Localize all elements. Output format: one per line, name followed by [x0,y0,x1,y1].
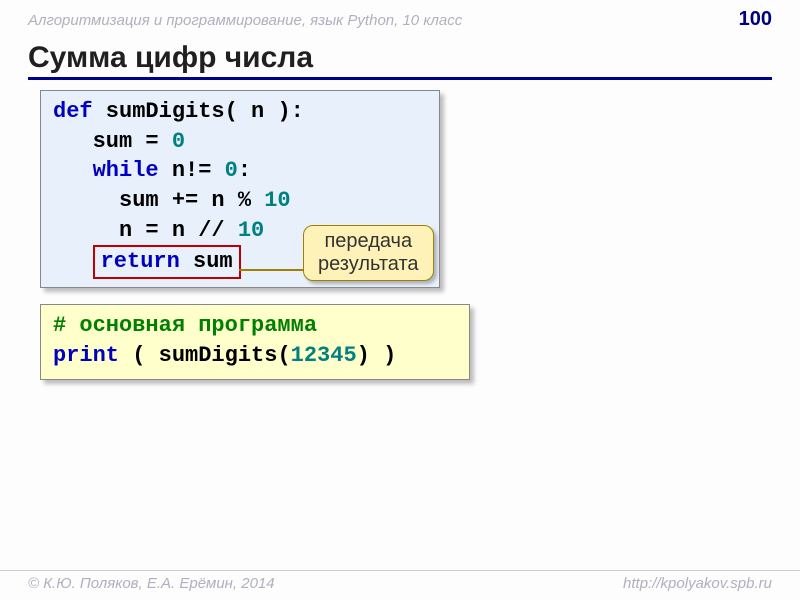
code-main-program: # основная программа print ( sumDigits(1… [40,304,470,379]
code-line: while n!= 0: [53,156,427,186]
page-number: 100 [739,8,772,31]
code-line: sum += n % 10 [53,186,427,216]
return-highlight: return sum [93,245,241,279]
callout-text: передача [318,230,419,253]
footer-authors: © К.Ю. Поляков, Е.А. Ерёмин, 2014 [28,575,275,592]
slide-footer: © К.Ю. Поляков, Е.А. Ерёмин, 2014 http:/… [0,570,800,592]
code-line: sum = 0 [53,127,427,157]
slide-title: Сумма цифр числа [28,41,772,80]
slide-header: Алгоритмизация и программирование, язык … [0,0,800,35]
code-function-def: def sumDigits( n ): sum = 0 while n!= 0:… [40,90,440,288]
code-comment: # основная программа [53,311,457,341]
code-line: def sumDigits( n ): [53,97,427,127]
callout-connector [239,269,303,271]
code-line: print ( sumDigits(12345) ) [53,341,457,371]
callout-text: результата [318,253,419,276]
course-title: Алгоритмизация и программирование, язык … [28,12,462,29]
footer-url: http://kpolyakov.spb.ru [623,575,772,592]
callout-box: передача результата [303,225,434,281]
